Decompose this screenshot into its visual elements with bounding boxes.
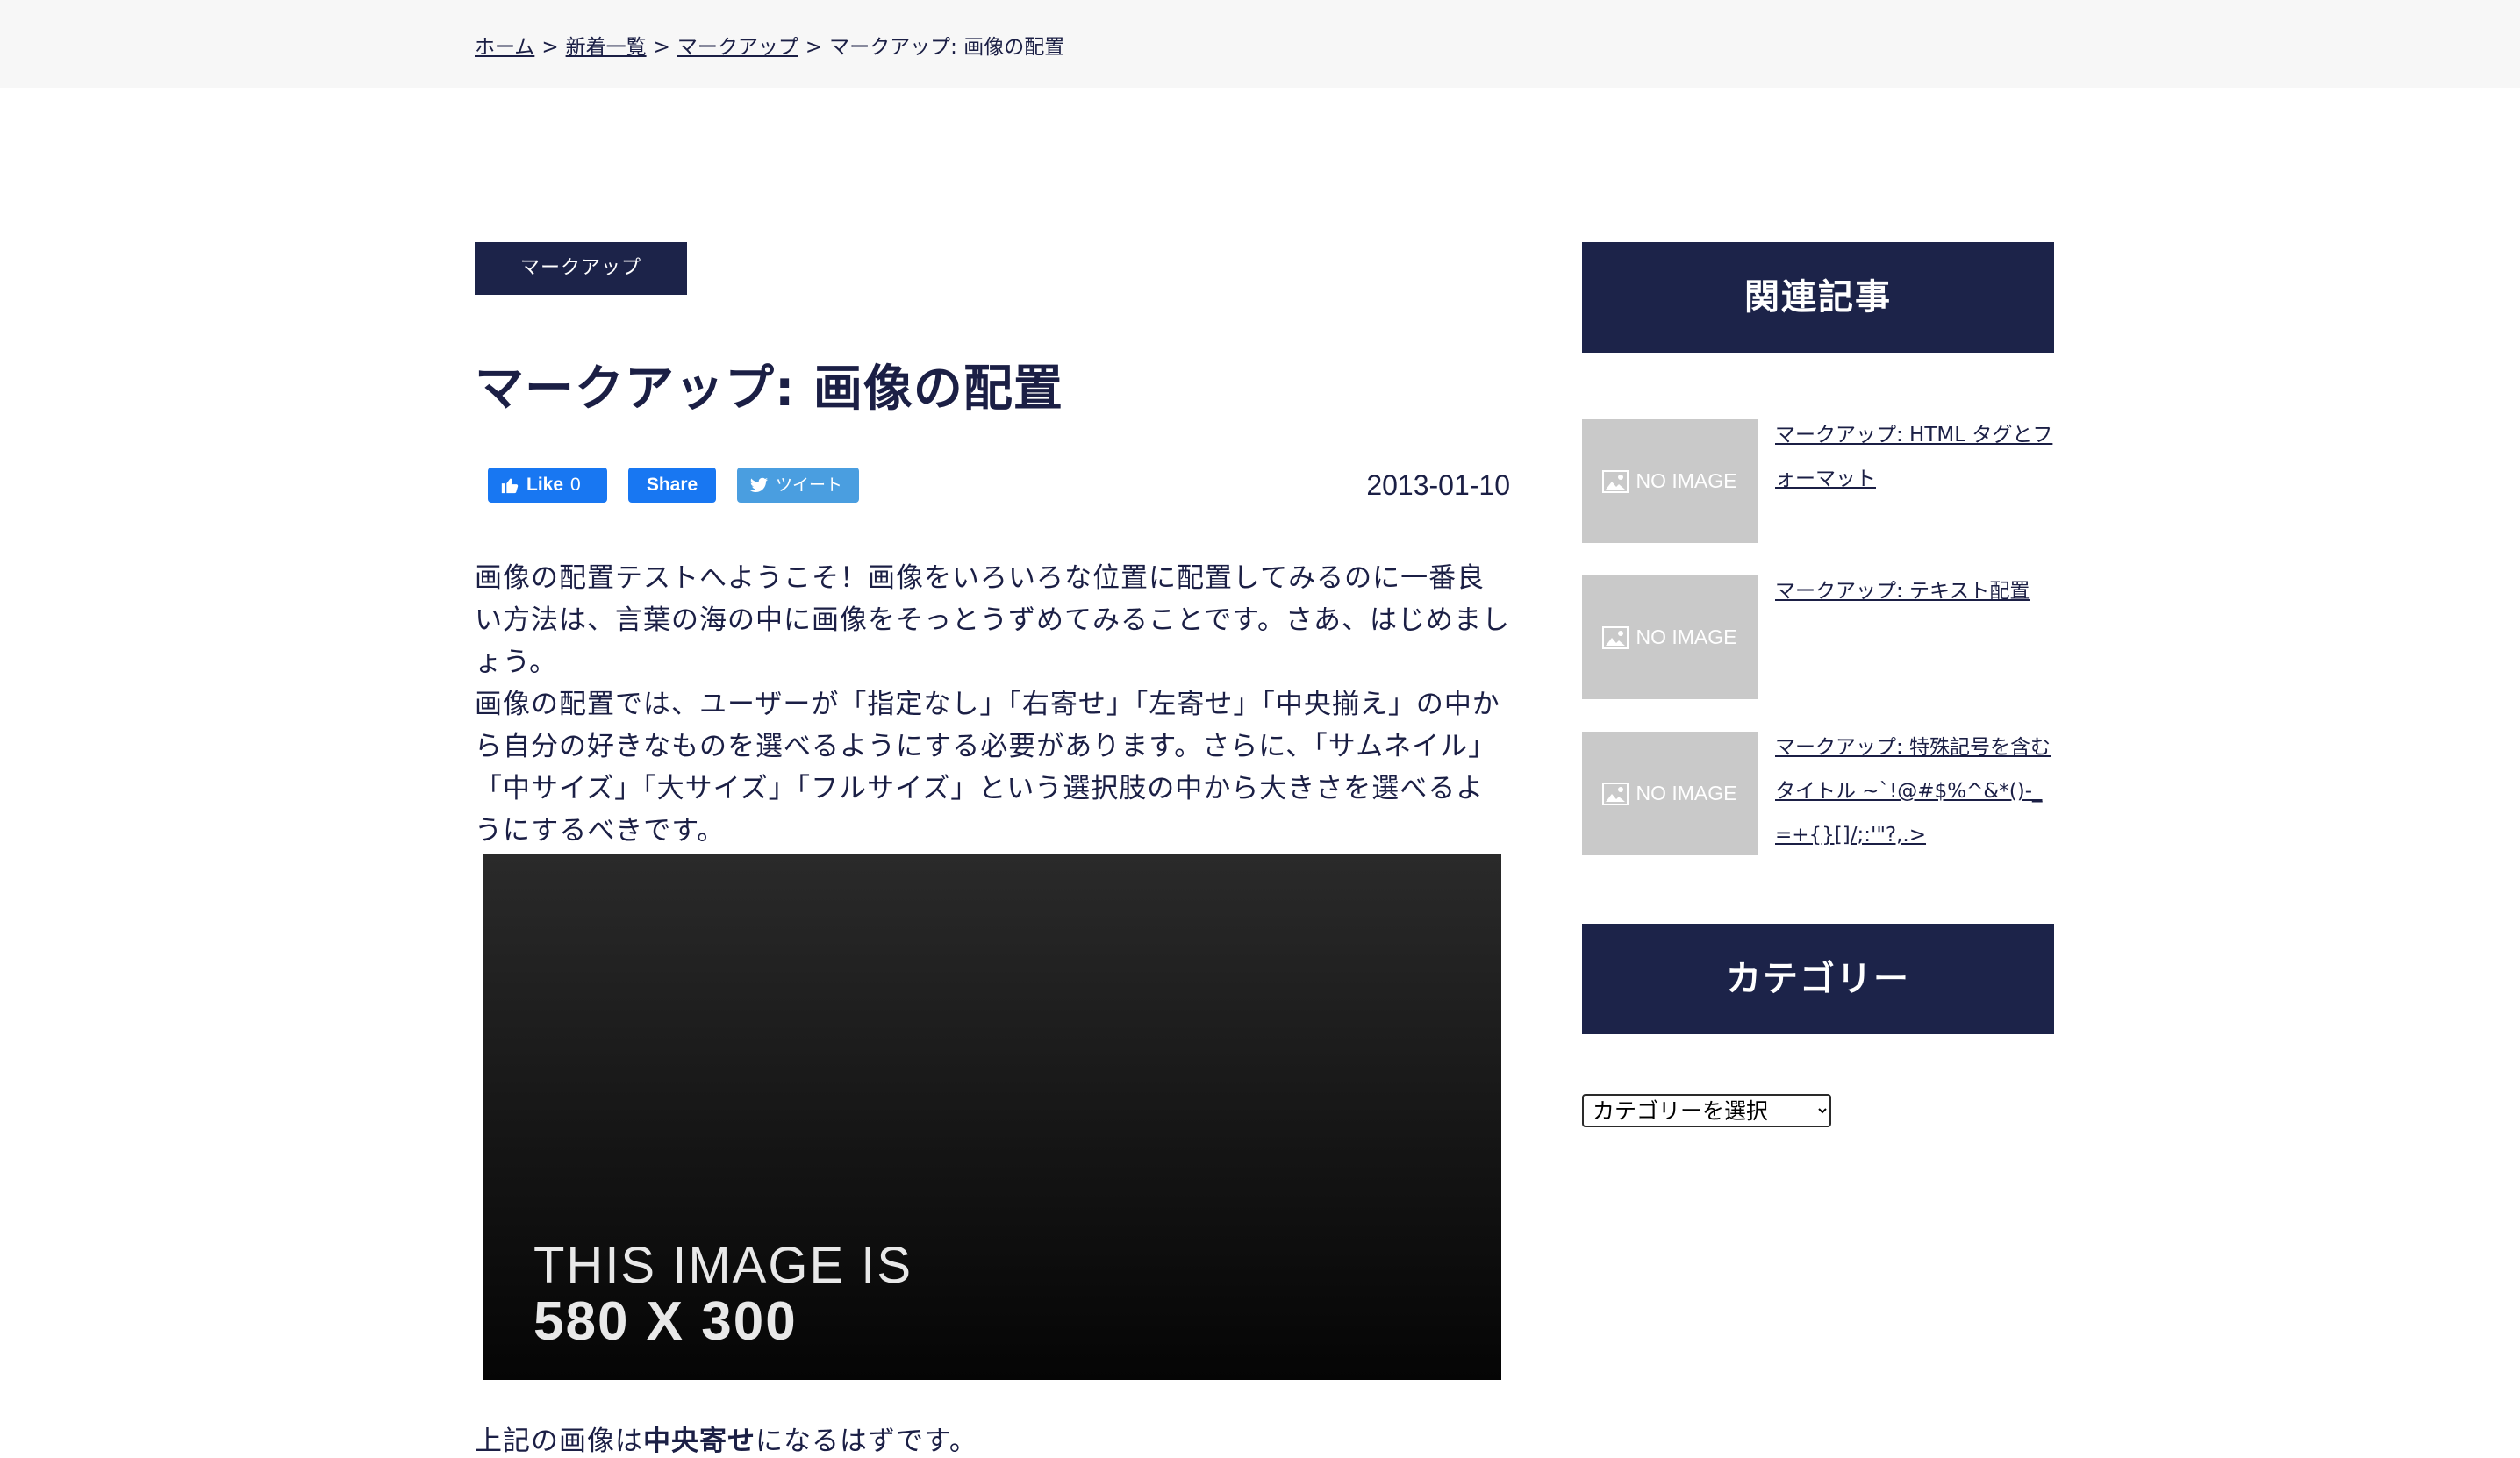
image-caption: THIS IMAGE IS 580 X 300 <box>533 1238 913 1350</box>
tweet-button[interactable]: ツイート <box>737 468 859 503</box>
share-label: Share <box>646 475 698 495</box>
breadcrumb-category-link[interactable]: マークアップ <box>677 36 798 59</box>
no-image-label: NO IMAGE <box>1636 782 1737 804</box>
post-title: マークアップ: 画像の配置 <box>475 361 1063 418</box>
paragraph: 画像の配置では、ユーザーが「指定なし」「右寄せ」「左寄せ」「中央揃え」の中から自… <box>475 689 1500 847</box>
centered-image: THIS IMAGE IS 580 X 300 <box>483 854 1501 1380</box>
image-note-after: になるはずです。 <box>755 1426 977 1457</box>
no-image-label: NO IMAGE <box>1636 469 1737 492</box>
like-count: 0 <box>570 475 581 495</box>
image-placeholder-icon <box>1602 625 1629 649</box>
image-note: 上記の画像は中央寄せになるはずです。 <box>475 1419 1510 1458</box>
no-image-thumbnail[interactable]: NO IMAGE <box>1582 732 1758 855</box>
twitter-bird-icon <box>749 477 769 492</box>
paragraph: 画像の配置テストへようこそ！画像をいろいろな位置に配置してみるのに一番良い方法は… <box>475 562 1510 678</box>
category-badge[interactable]: マークアップ <box>475 242 688 295</box>
facebook-like-button[interactable]: Like 0 <box>488 468 607 503</box>
category-widget: カテゴリー カテゴリーを選択 <box>1582 924 2054 1127</box>
related-link[interactable]: マークアップ: 特殊記号を含むタイトル ~`!@#$%^&*()-_=+{}[]… <box>1775 725 2054 855</box>
like-label: Like <box>526 475 564 495</box>
breadcrumb-home-link[interactable]: ホーム <box>475 36 534 59</box>
category-heading: カテゴリー <box>1582 924 2054 1034</box>
breadcrumb-separator: > <box>805 36 823 59</box>
breadcrumb-new-posts-link[interactable]: 新着一覧 <box>566 36 647 59</box>
image-text-line2: 580 X 300 <box>533 1291 798 1352</box>
post-body: 画像の配置テストへようこそ！画像をいろいろな位置に配置してみるのに一番良い方法は… <box>475 557 1510 852</box>
no-image-label: NO IMAGE <box>1636 625 1737 648</box>
breadcrumb-separator: > <box>653 36 670 59</box>
breadcrumb-separator: > <box>541 36 559 59</box>
related-item: NO IMAGE マークアップ: テキスト配置 <box>1582 575 2054 699</box>
image-placeholder-icon <box>1602 782 1629 805</box>
related-heading: 関連記事 <box>1582 242 2054 353</box>
related-link[interactable]: マークアップ: HTML タグとフォーマット <box>1775 413 2054 543</box>
breadcrumb-current: マークアップ: 画像の配置 <box>829 36 1065 59</box>
no-image-thumbnail[interactable]: NO IMAGE <box>1582 419 1758 543</box>
image-placeholder-icon <box>1602 469 1629 493</box>
related-list: NO IMAGE マークアップ: HTML タグとフォーマット NO IMAGE… <box>1582 419 2054 855</box>
related-item: NO IMAGE マークアップ: 特殊記号を含むタイトル ~`!@#$%^&*(… <box>1582 732 2054 855</box>
category-select[interactable]: カテゴリーを選択 <box>1582 1094 1831 1127</box>
tweet-label: ツイート <box>776 475 843 495</box>
breadcrumb: ホーム > 新着一覧 > マークアップ > マークアップ: 画像の配置 <box>475 30 1064 60</box>
image-text-line1: THIS IMAGE IS <box>533 1237 913 1294</box>
share-row: Like 0 Share ツイート 2013-01-10 <box>475 468 1510 506</box>
thumbs-up-icon <box>501 478 519 494</box>
related-link[interactable]: マークアップ: テキスト配置 <box>1775 569 2030 699</box>
sidebar: 関連記事 NO IMAGE マークアップ: HTML タグとフォーマット NO … <box>1582 242 2054 1127</box>
image-note-bold: 中央寄せ <box>643 1426 755 1457</box>
related-item: NO IMAGE マークアップ: HTML タグとフォーマット <box>1582 419 2054 543</box>
image-note-before: 上記の画像は <box>475 1426 643 1457</box>
breadcrumb-bar: ホーム > 新着一覧 > マークアップ > マークアップ: 画像の配置 <box>0 0 2520 88</box>
facebook-share-button[interactable]: Share <box>628 468 716 503</box>
article: マークアップ マークアップ: 画像の配置 Like 0 Share ツイート 2… <box>475 242 1510 1458</box>
post-date: 2013-01-10 <box>1366 469 1510 501</box>
no-image-thumbnail[interactable]: NO IMAGE <box>1582 575 1758 699</box>
